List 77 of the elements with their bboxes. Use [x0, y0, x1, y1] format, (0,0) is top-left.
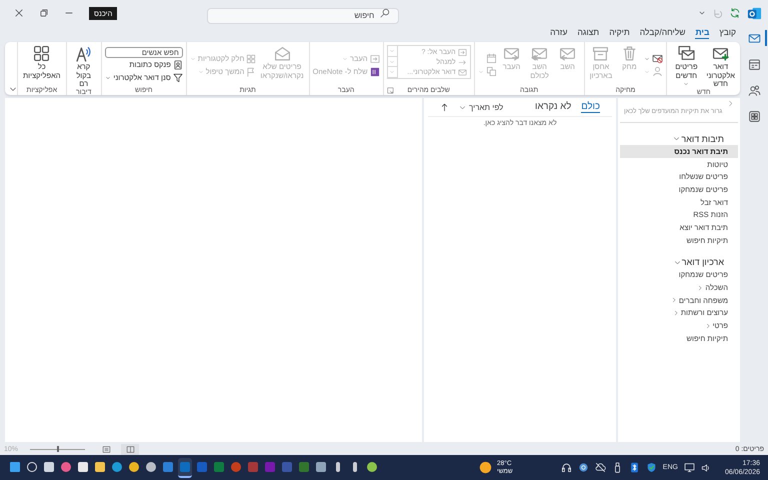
- search-field[interactable]: חיפוש: [207, 8, 400, 24]
- forward-icon: [503, 45, 520, 62]
- menu-tab[interactable]: עזרה: [550, 27, 568, 39]
- menu-tab[interactable]: תיקיה: [609, 27, 630, 39]
- reading-view-icon: [126, 444, 135, 454]
- filter-tab[interactable]: כולם: [581, 101, 600, 113]
- open-envelope-icon: [274, 45, 291, 62]
- sun-icon: [479, 461, 492, 474]
- archive-icon: [592, 45, 610, 62]
- mail-icon: [748, 32, 760, 44]
- menu-tab[interactable]: תצוגה: [577, 27, 600, 39]
- ribbon-button[interactable]: [644, 52, 664, 64]
- chevron-icon: [459, 104, 466, 110]
- menu-tab[interactable]: קובץ: [719, 27, 736, 39]
- trash-icon: [620, 45, 638, 62]
- calendar-arrow-icon: [458, 48, 467, 56]
- search-icon: [380, 8, 390, 18]
- caret-icon: [644, 68, 650, 74]
- app-icon[interactable]: [178, 458, 192, 478]
- account-header[interactable]: תיבות דואר: [620, 132, 738, 145]
- caret-icon: [682, 81, 689, 88]
- app-logo-icon[interactable]: [747, 6, 762, 20]
- chevron-icon: [697, 284, 704, 291]
- close-icon: [14, 8, 24, 18]
- envelope-plus-icon: [712, 45, 730, 62]
- read-aloud-icon: [75, 45, 92, 62]
- caret-icon: [190, 56, 196, 62]
- menu-tab[interactable]: שליחה/קבלה: [640, 27, 686, 39]
- address-book-icon: [172, 60, 183, 70]
- chevron-icon: [704, 322, 711, 329]
- chevron-icon: [674, 258, 681, 266]
- envelopes-icon: [678, 45, 695, 62]
- caret-icon: [198, 68, 204, 74]
- calendar-icon: [486, 53, 497, 64]
- shield-icon[interactable]: [646, 462, 657, 473]
- flag-icon: [246, 66, 256, 76]
- caret-icon: [342, 56, 348, 62]
- monitor-icon[interactable]: [684, 462, 695, 473]
- game-icon[interactable]: [578, 462, 589, 473]
- person-icon: [652, 66, 664, 77]
- dialog-launcher-button[interactable]: [386, 87, 394, 94]
- reply-icon: [559, 45, 576, 62]
- sort-arrow-icon[interactable]: [440, 102, 449, 112]
- menu-tab[interactable]: בית: [695, 27, 710, 39]
- people-icon: [748, 84, 760, 96]
- apps-icon: [33, 45, 50, 62]
- apps-icon: [748, 110, 760, 122]
- filter-icon: [172, 72, 183, 82]
- bluetooth-icon[interactable]: [628, 462, 640, 473]
- arrow-icon: [458, 58, 467, 66]
- chevron-icon: [9, 85, 17, 93]
- calendar-icon: [748, 58, 760, 70]
- caret-icon: [478, 68, 484, 74]
- filter-tab[interactable]: לא נקראו: [534, 101, 572, 113]
- cloud-off-icon[interactable]: [594, 462, 606, 473]
- copy-icon: [486, 66, 497, 77]
- speaker-icon[interactable]: [700, 462, 711, 472]
- sort-button[interactable]: לפי תאריך: [459, 102, 504, 112]
- account-header[interactable]: ארכיון דואר: [620, 256, 738, 268]
- reply-all-icon: [531, 45, 548, 62]
- collapse-ribbon-button[interactable]: [9, 85, 17, 93]
- caret-icon[interactable]: [698, 9, 706, 17]
- notebook-icon: [370, 66, 380, 76]
- view-button[interactable]: [121, 444, 140, 454]
- sync-icon[interactable]: [729, 7, 741, 19]
- headset-icon[interactable]: [560, 462, 572, 473]
- caret-icon: [105, 74, 112, 80]
- dialog-launcher-icon: [386, 87, 394, 94]
- restore-icon: [38, 8, 48, 18]
- envelope-block-icon: [652, 53, 664, 64]
- envelope-icon: [458, 68, 467, 76]
- zoom-slider[interactable]: [56, 446, 59, 452]
- normal-view-icon: [102, 444, 111, 454]
- caret-icon: [644, 56, 650, 62]
- chevron-icon: [673, 135, 680, 142]
- grid-icon: [246, 54, 256, 64]
- calendar-arrow-icon: [370, 54, 380, 64]
